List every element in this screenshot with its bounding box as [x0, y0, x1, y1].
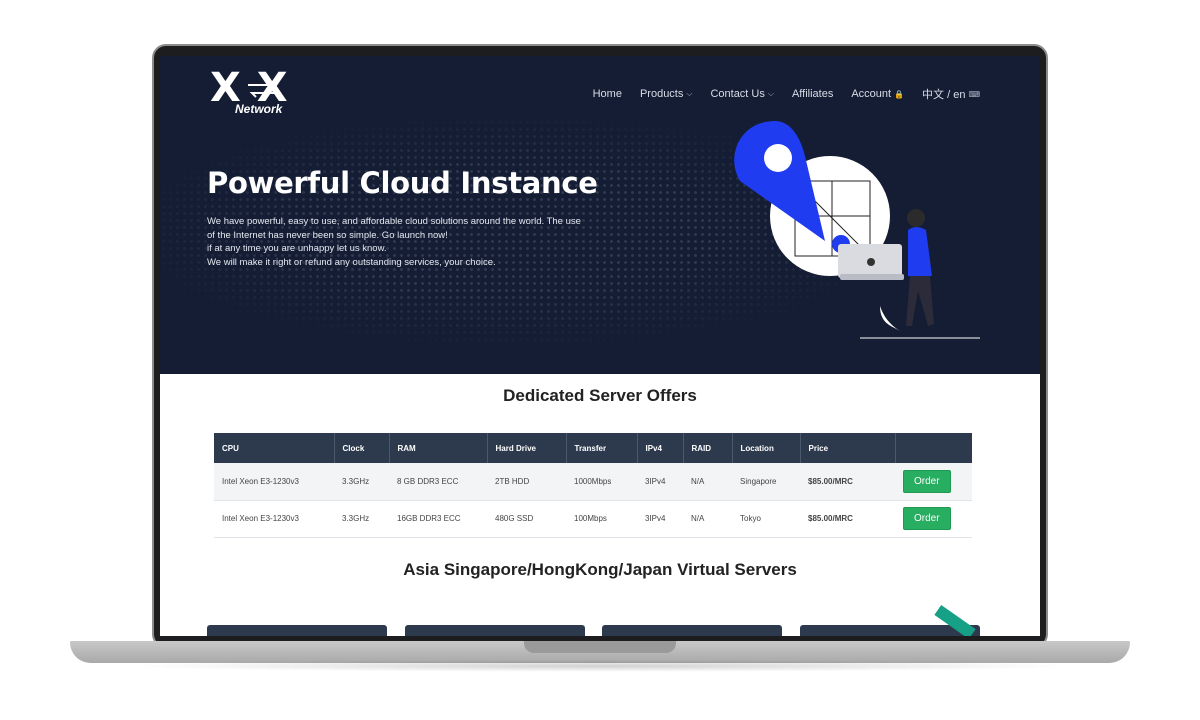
table-header-row: CPU Clock RAM Hard Drive Transfer IPv4 R…	[214, 433, 972, 463]
cell-raid: N/A	[683, 500, 732, 538]
col-price: Price	[800, 433, 896, 463]
table-row: Intel Xeon E3-1230v3 3.3GHz 16GB DDR3 EC…	[214, 500, 972, 538]
browser-viewport: X X Network Home Products ⌵ Contact Us ⌵…	[160, 56, 1040, 636]
hero-line: We have powerful, easy to use, and affor…	[207, 216, 581, 241]
cell-ram: 8 GB DDR3 ECC	[389, 463, 487, 501]
nav-language[interactable]: 中文 / en ⌨	[922, 86, 980, 102]
keyboard-icon: ⌨	[968, 89, 980, 99]
col-cpu: CPU	[214, 433, 335, 463]
nav-contact-label: Contact Us	[710, 88, 765, 100]
cell-cpu: Intel Xeon E3-1230v3	[214, 500, 334, 538]
col-ram: RAM	[389, 433, 488, 463]
hero-illustration	[734, 121, 980, 339]
cell-location: Singapore	[732, 463, 800, 501]
cell-action: Order	[895, 463, 972, 501]
order-button[interactable]: Order	[903, 507, 951, 530]
nav-home-label: Home	[592, 88, 622, 100]
cell-ram: 16GB DDR3 ECC	[389, 500, 487, 538]
hero-line: We will make it right or refund any outs…	[207, 256, 496, 268]
order-button[interactable]: Order	[903, 469, 951, 493]
col-ipv4: IPv4	[637, 433, 684, 463]
nav-affiliates-label: Affiliates	[791, 88, 834, 100]
chevron-down-icon: ⌵	[767, 89, 774, 98]
hero-line: if at any time you are unhappy let us kn…	[207, 243, 387, 254]
nav-products-label: Products	[639, 88, 684, 100]
site-logo[interactable]: X X Network	[210, 68, 314, 120]
col-drive: Hard Drive	[487, 433, 567, 463]
nav-account[interactable]: Account 🔒	[851, 88, 904, 100]
main-nav: Home Products ⌵ Contact Us ⌵ Affiliates …	[593, 86, 980, 102]
cell-raid: N/A	[683, 463, 732, 501]
nav-account-label: Account	[851, 88, 892, 100]
nav-affiliates[interactable]: Affiliates	[792, 88, 833, 100]
nav-home[interactable]: Home	[593, 88, 622, 100]
nav-products[interactable]: Products ⌵	[640, 88, 693, 100]
chevron-down-icon: ⌵	[686, 89, 693, 98]
hero-description: We have powerful, easy to use, and affor…	[207, 215, 587, 269]
cell-ipv4: 3IPv4	[637, 463, 683, 501]
cell-drive: 2TB HDD	[487, 463, 566, 501]
cell-clock: 3.3GHz	[334, 500, 389, 538]
hero-section: X X Network Home Products ⌵ Contact Us ⌵…	[160, 56, 1040, 374]
col-action	[895, 433, 972, 463]
hero-title: Powerful Cloud Instance	[207, 166, 598, 200]
table-row: Intel Xeon E3-1230v3 3.3GHz 8 GB DDR3 EC…	[214, 463, 972, 501]
dedicated-offers-table: CPU Clock RAM Hard Drive Transfer IPv4 R…	[214, 433, 972, 538]
col-transfer: Transfer	[566, 433, 638, 463]
cell-ipv4: 3IPv4	[637, 500, 683, 538]
dedicated-section-title: Dedicated Server Offers	[503, 386, 697, 405]
main-content: Dedicated Server Offers CPU Clock RAM Ha…	[160, 374, 1040, 636]
lock-icon: 🔒	[894, 89, 905, 99]
col-raid: RAID	[683, 433, 733, 463]
laptop-shadow	[120, 660, 1080, 672]
cell-price[interactable]: $85.00/MRC	[800, 463, 895, 501]
cell-clock: 3.3GHz	[334, 463, 389, 501]
nav-contact[interactable]: Contact Us ⌵	[710, 88, 774, 100]
plan-card[interactable]	[602, 625, 782, 636]
cell-transfer: 100Mbps	[566, 500, 637, 538]
cell-action: Order	[895, 500, 972, 538]
virtual-section-title: Asia Singapore/HongKong/Japan Virtual Se…	[403, 560, 797, 579]
plan-card[interactable]	[207, 625, 387, 636]
col-clock: Clock	[334, 433, 390, 463]
col-location: Location	[732, 433, 801, 463]
logo-subtitle: Network	[235, 102, 283, 116]
cell-cpu: Intel Xeon E3-1230v3	[214, 463, 334, 501]
logo-arrows-icon	[248, 80, 276, 98]
cell-drive: 480G SSD	[487, 500, 566, 538]
plan-card[interactable]	[405, 625, 585, 636]
cell-location: Tokyo	[732, 500, 800, 538]
laptop-notch	[524, 641, 676, 653]
cell-transfer: 1000Mbps	[566, 463, 637, 501]
cell-price[interactable]: $85.00/MRC	[800, 500, 895, 538]
nav-language-label: 中文 / en	[922, 89, 966, 101]
